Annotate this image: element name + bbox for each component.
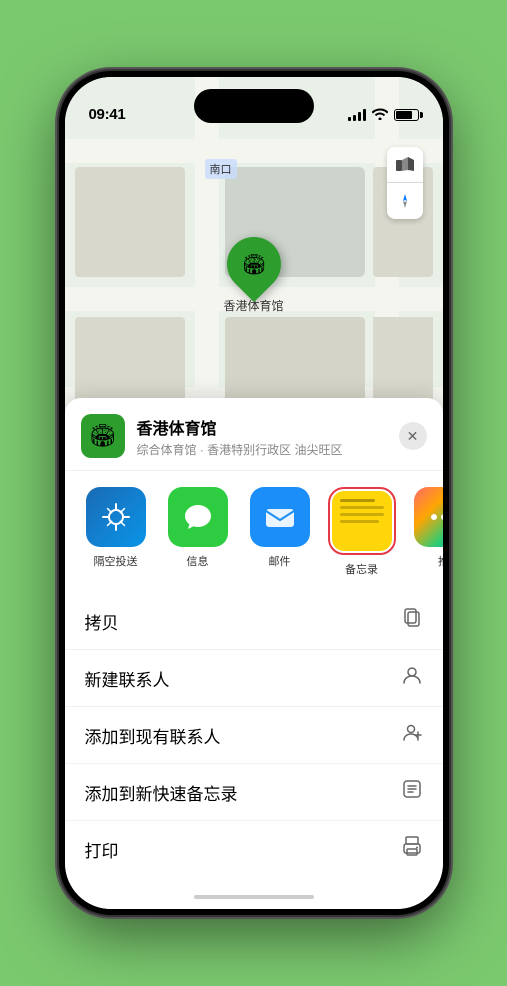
compass-button[interactable] [387,183,423,219]
mail-label: 邮件 [269,553,291,569]
notes-line-4 [340,520,380,523]
pin-icon: 🏟 [215,226,291,302]
quick-note-icon [401,778,423,806]
bottom-sheet: 🏟 香港体育馆 综合体育馆 · 香港特别行政区 油尖旺区 ✕ [65,398,443,909]
action-copy-label: 拷贝 [85,609,119,634]
more-icon [414,487,443,547]
map-controls [387,147,423,219]
dynamic-island [194,89,314,123]
more-label: 推 [438,553,443,569]
close-button[interactable]: ✕ [399,422,427,450]
signal-bars-icon [348,109,366,121]
status-time: 09:41 [89,106,126,123]
action-list: 拷贝 新建联系人 [65,585,443,885]
action-print[interactable]: 打印 [65,821,443,877]
action-new-contact-label: 新建联系人 [85,666,170,691]
map-type-button[interactable] [387,147,423,183]
battery-icon [394,109,419,121]
share-app-mail[interactable]: 邮件 [245,487,315,569]
airdrop-label: 隔空投送 [94,553,138,569]
home-indicator [194,895,314,899]
share-apps-row: 隔空投送 信息 [65,471,443,585]
messages-icon [168,487,228,547]
status-icons [348,107,419,123]
notes-line-1 [340,499,375,502]
add-contact-icon [401,721,423,749]
phone-frame: 09:41 [59,71,449,915]
wifi-icon [372,107,388,123]
share-app-airdrop[interactable]: 隔空投送 [81,487,151,569]
notes-icon [332,491,392,551]
venue-address: 综合体育馆 · 香港特别行政区 油尖旺区 [137,441,399,458]
location-pin: 🏟 香港体育馆 [223,237,283,314]
messages-label: 信息 [187,553,209,569]
venue-info: 香港体育馆 综合体育馆 · 香港特别行政区 油尖旺区 [137,415,399,458]
action-print-label: 打印 [85,837,119,862]
share-app-more[interactable]: 推 [409,487,443,569]
venue-icon: 🏟 [81,414,125,458]
venue-name: 香港体育馆 [137,415,399,439]
share-app-messages[interactable]: 信息 [163,487,233,569]
action-quick-note-label: 添加到新快速备忘录 [85,780,238,805]
action-add-contact-label: 添加到现有联系人 [85,723,221,748]
notes-highlight [328,487,396,555]
action-copy[interactable]: 拷贝 [65,593,443,650]
share-app-notes[interactable]: 备忘录 [327,487,397,577]
venue-header: 🏟 香港体育馆 综合体育馆 · 香港特别行政区 油尖旺区 ✕ [65,398,443,471]
action-quick-note[interactable]: 添加到新快速备忘录 [65,764,443,821]
notes-line-2 [340,506,384,509]
map-label-nankou: 南口 [205,159,237,179]
notes-label: 备忘录 [345,561,378,577]
copy-icon [401,607,423,635]
action-new-contact[interactable]: 新建联系人 [65,650,443,707]
airdrop-icon [86,487,146,547]
action-add-contact[interactable]: 添加到现有联系人 [65,707,443,764]
print-icon [401,835,423,863]
new-contact-icon [401,664,423,692]
phone-screen: 09:41 [65,77,443,909]
notes-line-3 [340,513,384,516]
home-indicator-area [65,885,443,909]
mail-icon [250,487,310,547]
